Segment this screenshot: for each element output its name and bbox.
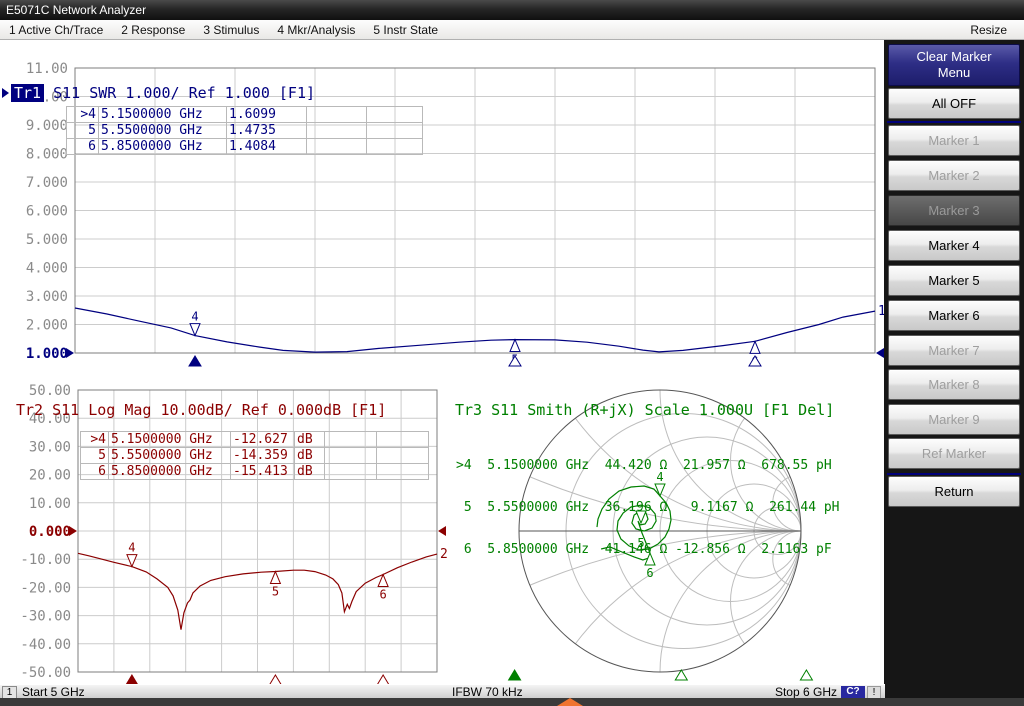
svg-text:-10.00: -10.00 xyxy=(20,552,71,568)
svg-text:9.000: 9.000 xyxy=(26,118,68,134)
svg-text:0.000: 0.000 xyxy=(29,524,71,540)
ifbw-label: IFBW 70 kHz xyxy=(452,685,523,699)
instrument-display: 11.00 10.00 9.000 8.000 7.000 6.000 5.000 4.000… xyxy=(0,40,884,684)
svg-text:6: 6 xyxy=(751,354,758,368)
orange-pointer-icon xyxy=(557,698,583,706)
marker-9-button[interactable]: Marker 9 xyxy=(888,404,1020,435)
menu-active-ch-trace[interactable]: 1 Active Ch/Trace xyxy=(0,20,112,40)
app-window: E5071C Network Analyzer 1 Active Ch/Trac… xyxy=(0,0,1024,706)
marker-8-button[interactable]: Marker 8 xyxy=(888,369,1020,400)
return-button[interactable]: Return xyxy=(888,476,1020,507)
softkey-menu-title-line1: Clear Marker xyxy=(916,49,991,65)
svg-text:-20.00: -20.00 xyxy=(20,580,71,596)
svg-text:-40.00: -40.00 xyxy=(20,637,71,653)
marker-2-button[interactable]: Marker 2 xyxy=(888,160,1020,191)
window-title: E5071C Network Analyzer xyxy=(6,3,146,17)
svg-text:6.000: 6.000 xyxy=(26,204,68,220)
active-trace-arrow-icon xyxy=(2,88,9,98)
svg-text:20.00: 20.00 xyxy=(29,468,71,484)
marker-5-button[interactable]: Marker 5 xyxy=(888,265,1020,296)
menu-resize[interactable]: Resize xyxy=(961,20,1016,40)
softkey-separator xyxy=(887,473,1021,475)
svg-text:1.000: 1.000 xyxy=(26,346,68,362)
menu-stimulus[interactable]: 3 Stimulus xyxy=(194,20,268,40)
menu-mkr-analysis[interactable]: 4 Mkr/Analysis xyxy=(268,20,364,40)
svg-text:-30.00: -30.00 xyxy=(20,609,71,625)
svg-text:5.000: 5.000 xyxy=(26,232,68,248)
menu-instr-state[interactable]: 5 Instr State xyxy=(364,20,447,40)
marker-1-button[interactable]: Marker 1 xyxy=(888,125,1020,156)
svg-text:10.00: 10.00 xyxy=(29,496,71,512)
softkey-menu-title-line2: Menu xyxy=(938,65,971,81)
bottom-edge-strip xyxy=(0,698,1024,706)
svg-text:2: 2 xyxy=(440,547,448,562)
tr1-badge: Tr1 xyxy=(11,84,44,102)
svg-text:8.000: 8.000 xyxy=(26,147,68,163)
svg-text:-50.00: -50.00 xyxy=(20,665,71,681)
marker-6-button[interactable]: Marker 6 xyxy=(888,300,1020,331)
all-off-button[interactable]: All OFF xyxy=(888,88,1020,119)
status-bar: 1 Start 5 GHz IFBW 70 kHz Stop 6 GHz C? … xyxy=(0,684,885,698)
tr3-smith-chart[interactable] xyxy=(519,390,801,672)
tr2-logmag-chart[interactable] xyxy=(78,390,437,672)
correction-status-badge: C? xyxy=(841,686,865,698)
ref-marker-button[interactable]: Ref Marker xyxy=(888,438,1020,469)
svg-text:5: 5 xyxy=(511,353,518,367)
marker-4-button[interactable]: Marker 4 xyxy=(888,230,1020,261)
svg-text:4.000: 4.000 xyxy=(26,261,68,277)
stop-frequency-label: Stop 6 GHz xyxy=(775,685,837,699)
softkey-menu-title: Clear Marker Menu xyxy=(888,44,1020,86)
menu-bar: 1 Active Ch/Trace 2 Response 3 Stimulus … xyxy=(0,20,1024,40)
svg-text:30.00: 30.00 xyxy=(29,439,71,455)
title-bar: E5071C Network Analyzer xyxy=(0,0,1024,20)
start-frequency-label: Start 5 GHz xyxy=(22,685,85,699)
svg-text:3.000: 3.000 xyxy=(26,289,68,305)
menu-response[interactable]: 2 Response xyxy=(112,20,194,40)
svg-text:50.00: 50.00 xyxy=(29,383,71,399)
svg-text:7.000: 7.000 xyxy=(26,175,68,191)
softkey-sidebar: Clear Marker Menu All OFF Marker 1 Marke… xyxy=(884,40,1024,706)
softkey-separator xyxy=(887,121,1021,123)
svg-text:11.00: 11.00 xyxy=(26,61,68,77)
marker-7-button[interactable]: Marker 7 xyxy=(888,335,1020,366)
svg-text:2.000: 2.000 xyxy=(26,318,68,334)
marker-3-button[interactable]: Marker 3 xyxy=(888,195,1020,226)
tr1-swr-chart[interactable] xyxy=(75,68,875,353)
